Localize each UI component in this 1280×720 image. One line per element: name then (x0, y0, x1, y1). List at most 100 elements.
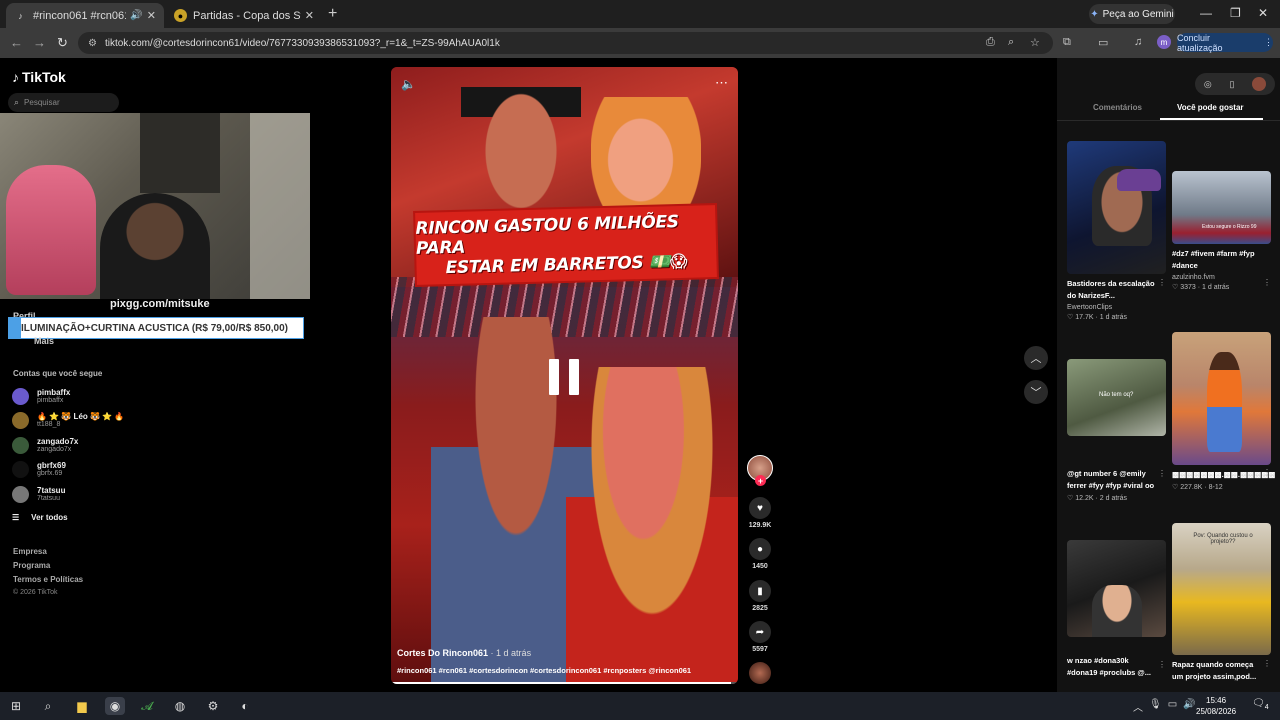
chrome-icon[interactable]: ◉ (105, 697, 125, 715)
video-thumbnail: Pov: Quando custou o projeto?? (1172, 523, 1271, 655)
tab-you-may-like[interactable]: Você pode gostar (1177, 103, 1244, 112)
see-all-link[interactable]: ☰ Ver todos (12, 513, 68, 522)
forward-icon[interactable]: → (33, 35, 46, 50)
more-options-icon[interactable]: ⋯ (715, 75, 728, 91)
tiktok-note-icon: ♪ (12, 69, 19, 85)
card-menu-icon[interactable]: ⋮ (1263, 278, 1271, 287)
tab-partidas[interactable]: ● Partidas - Copa dos Streamers ✕ (166, 3, 322, 28)
close-window-icon[interactable]: ✕ (1258, 6, 1268, 20)
card-likes: 3373 (1180, 284, 1196, 291)
music-disc-icon[interactable] (749, 662, 771, 684)
obs-icon[interactable]: ◐ (235, 697, 255, 715)
followed-account[interactable]: 7tatsuu 7tatsuu (12, 483, 65, 505)
clock[interactable]: 15:46 25/08/2026 (1196, 695, 1236, 717)
app-icon[interactable]: 𝓐 (137, 697, 157, 715)
following-title: Contas que você segue (13, 369, 103, 378)
video-card[interactable]: ⋮ w nzao #dona30k #dona19 #proclubs @... (1067, 540, 1166, 679)
see-all-label: Ver todos (31, 513, 68, 522)
tab-comments[interactable]: Comentários (1093, 103, 1142, 112)
tab-title: #rincon061 #rcn061 #corte (33, 9, 127, 22)
search-icon[interactable]: ⌕ (38, 697, 58, 715)
previous-video-chevron-up-icon[interactable]: ︿ (1024, 346, 1048, 370)
compass-icon[interactable]: ◎ (1204, 79, 1212, 90)
volume-icon[interactable]: 🔈 (401, 77, 416, 91)
followed-account[interactable]: zangado7x zangado7x (12, 434, 78, 456)
account-username: tt188_8 (37, 421, 61, 428)
thumbnail-cap (1117, 169, 1161, 191)
network-icon[interactable]: ▭ (1168, 699, 1177, 714)
microphone-icon[interactable]: 🎙 (1149, 699, 1162, 714)
like-button[interactable]: ♥ 129.9K (748, 497, 772, 529)
card-menu-icon[interactable]: ⋮ (1158, 278, 1166, 287)
discord-icon[interactable]: ◍ (170, 697, 190, 715)
update-button[interactable]: Concluir atualização ⋮ (1177, 33, 1273, 53)
url-field[interactable]: ⚙ tiktok.com/@cortesdorincon61/video/767… (78, 32, 1053, 54)
zoom-icon[interactable]: ⌕ (1008, 36, 1014, 49)
next-video-chevron-down-icon[interactable]: ﹀ (1024, 380, 1048, 404)
bookmark-star-icon[interactable]: ☆ (1030, 36, 1040, 49)
speaker-icon[interactable]: 🔊 (130, 10, 142, 21)
notification-icon[interactable]: 🗨4 (1252, 698, 1269, 711)
follow-plus-icon[interactable]: + (755, 475, 766, 486)
phone-icon[interactable]: ▯ (1229, 79, 1234, 90)
back-icon[interactable]: ← (10, 35, 23, 50)
footer-program[interactable]: Programa (13, 561, 50, 570)
tiktok-logo[interactable]: ♪ TikTok (12, 69, 66, 85)
video-author[interactable]: Cortes Do Rincon061 · 1 d atrás (397, 648, 531, 658)
followed-account[interactable]: pimbaffx pimbaffx (12, 385, 70, 407)
video-card[interactable]: ⋮ ▩▩▩▩▩▩▩.▩▩.▩▩▩▩▩ ♡ 227.8K · 8-12 (1172, 332, 1275, 491)
webcam-doorway (140, 113, 220, 193)
menu-more[interactable]: Mais (34, 336, 54, 346)
extensions-icon[interactable]: ⧉ (1063, 36, 1071, 49)
video-card[interactable]: Pov: Quando custou o projeto?? ⋮ Rapaz q… (1172, 523, 1271, 683)
reload-icon[interactable]: ↻ (57, 35, 68, 51)
video-card[interactable]: Não tem oq? ⋮ @gt number 6 @emily ferrer… (1067, 359, 1166, 502)
steam-icon[interactable]: ⚙ (203, 697, 223, 715)
media-control-icon[interactable]: ♫ (1134, 36, 1142, 48)
translate-icon[interactable]: ⎙ (986, 36, 995, 49)
video-player[interactable]: RINCON GASTOU 6 MILHÕES PARA ESTAR EM BA… (391, 67, 738, 684)
profile-avatar[interactable]: m (1157, 35, 1171, 49)
windows-start-icon[interactable]: ⊞ (6, 697, 26, 715)
video-person-woman-2 (566, 367, 738, 684)
card-menu-icon[interactable]: ⋮ (1263, 659, 1271, 668)
card-menu-icon[interactable]: ⋮ (1158, 660, 1166, 669)
restore-icon[interactable]: ❐ (1230, 6, 1241, 20)
file-explorer-icon[interactable]: ▆ (72, 697, 92, 715)
system-tray[interactable]: ︿ 🎙 ▭ 🔊 (1133, 699, 1196, 714)
share-button[interactable]: ➦ 5597 (748, 621, 772, 653)
pause-icon[interactable] (549, 359, 579, 395)
video-card[interactable]: Estou segure o Rizzo 99 ⋮ #dz7 #fivem #f… (1172, 171, 1271, 291)
close-tab-icon[interactable]: ✕ (305, 9, 314, 22)
tab-tiktok[interactable]: ♪ #rincon061 #rcn061 #corte 🔊 ✕ (6, 3, 164, 28)
search-input[interactable]: ⌕ Pesquisar (8, 93, 119, 112)
comment-button[interactable]: ● 1450 (748, 538, 772, 570)
save-button[interactable]: ▮ 2825 (748, 580, 772, 612)
volume-tray-icon[interactable]: 🔊 (1183, 699, 1195, 714)
side-panel-icon[interactable]: ▭ (1098, 36, 1108, 49)
video-progress-bar[interactable] (391, 682, 738, 684)
gemini-button[interactable]: ✦ Peça ao Gemini (1089, 4, 1175, 24)
followed-account[interactable]: gbrfx69 gbrfx.69 (12, 458, 66, 480)
close-tab-icon[interactable]: ✕ (147, 9, 156, 22)
thumbnail-text: Estou segure o Rizzo 99 (1202, 224, 1257, 230)
new-tab-icon[interactable]: + (328, 5, 337, 23)
account-username: pimbaffx (37, 397, 64, 404)
card-caption: Rapaz quando começa um projeto assim,pod… (1172, 660, 1257, 681)
minimize-icon[interactable]: — (1200, 6, 1212, 20)
card-menu-icon[interactable]: ⋮ (1263, 468, 1271, 477)
chevron-up-icon[interactable]: ︿ (1133, 699, 1143, 714)
tiktok-favicon-icon: ♪ (18, 10, 23, 21)
active-tab-indicator (1160, 118, 1263, 120)
followed-account[interactable]: 🔥 ⭐ 🐯 Léo 🐯 ⭐ 🔥 tt188_8 (12, 409, 124, 431)
footer-company[interactable]: Empresa (13, 547, 47, 556)
card-menu-icon[interactable]: ⋮ (1158, 469, 1166, 478)
user-avatar[interactable] (1252, 77, 1267, 91)
video-card[interactable]: ⋮ Bastidores da escalação do NarizesF...… (1067, 141, 1166, 321)
account-username: zangado7x (37, 446, 72, 453)
site-info-icon[interactable]: ⚙ (88, 38, 97, 49)
video-caption[interactable]: #rincon061 #rcn061 #cortesdorincon #cort… (397, 666, 691, 675)
footer-terms[interactable]: Termos e Políticas (13, 575, 83, 584)
search-placeholder: Pesquisar (24, 98, 60, 107)
copyright: © 2026 TikTok (13, 589, 58, 596)
